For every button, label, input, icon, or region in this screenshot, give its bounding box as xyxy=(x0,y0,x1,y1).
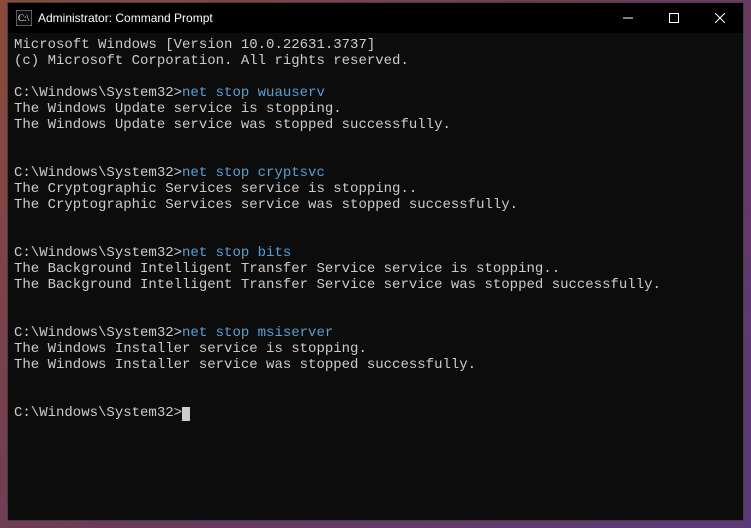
output-1-1: The Windows Update service is stopping. xyxy=(14,101,342,117)
svg-text:C:\: C:\ xyxy=(18,13,30,23)
close-button[interactable] xyxy=(697,3,743,33)
output-1-2: The Windows Update service was stopped s… xyxy=(14,117,451,133)
output-3-2: The Background Intelligent Transfer Serv… xyxy=(14,277,661,293)
header-line-1: Microsoft Windows [Version 10.0.22631.37… xyxy=(14,37,375,53)
minimize-button[interactable] xyxy=(605,3,651,33)
prompt: C:\Windows\System32> xyxy=(14,165,182,181)
command-2: net stop cryptsvc xyxy=(182,165,325,181)
maximize-button[interactable] xyxy=(651,3,697,33)
output-2-1: The Cryptographic Services service is st… xyxy=(14,181,417,197)
command-3: net stop bits xyxy=(182,245,291,261)
titlebar[interactable]: C:\ Administrator: Command Prompt xyxy=(8,3,743,33)
prompt: C:\Windows\System32> xyxy=(14,85,182,101)
prompt: C:\Windows\System32> xyxy=(14,405,182,421)
command-4: net stop msiserver xyxy=(182,325,333,341)
maximize-icon xyxy=(669,13,679,23)
prompt: C:\Windows\System32> xyxy=(14,245,182,261)
output-4-1: The Windows Installer service is stoppin… xyxy=(14,341,367,357)
command-prompt-window: C:\ Administrator: Command Prompt xyxy=(7,2,744,521)
minimize-icon xyxy=(623,13,633,23)
window-title: Administrator: Command Prompt xyxy=(38,11,605,25)
close-icon xyxy=(715,13,725,23)
command-1: net stop wuauserv xyxy=(182,85,325,101)
cmd-icon: C:\ xyxy=(16,10,32,26)
header-line-2: (c) Microsoft Corporation. All rights re… xyxy=(14,53,409,69)
output-2-2: The Cryptographic Services service was s… xyxy=(14,197,518,213)
window-controls xyxy=(605,3,743,33)
terminal-output[interactable]: Microsoft Windows [Version 10.0.22631.37… xyxy=(8,33,743,520)
prompt: C:\Windows\System32> xyxy=(14,325,182,341)
cursor xyxy=(182,407,190,421)
output-3-1: The Background Intelligent Transfer Serv… xyxy=(14,261,560,277)
output-4-2: The Windows Installer service was stoppe… xyxy=(14,357,476,373)
